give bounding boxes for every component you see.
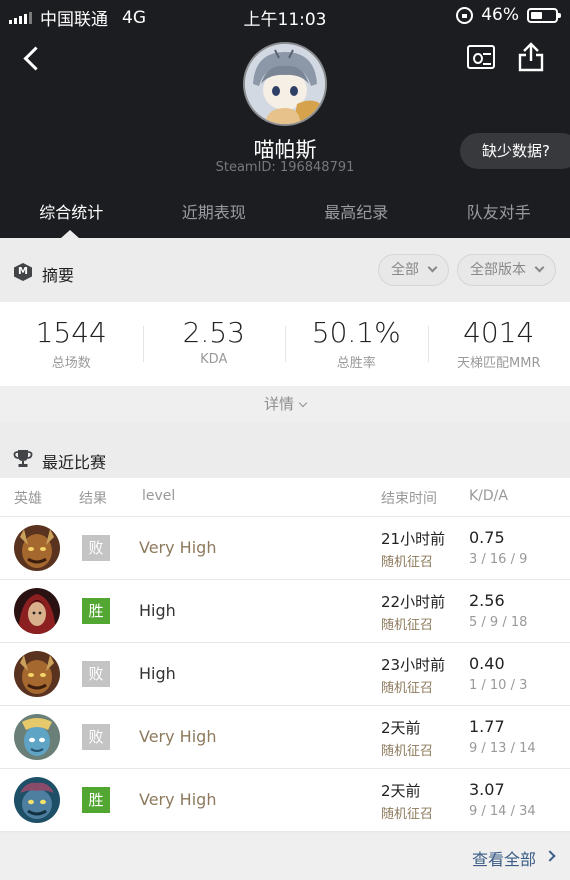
match-end-time: 22小时前 [381, 593, 446, 611]
column-result: 结果 [79, 491, 107, 507]
match-level: Very High [139, 790, 217, 809]
stat-label: 天梯匹配MMR [457, 356, 541, 371]
missing-data-button[interactable]: 缺少数据? [460, 133, 570, 169]
hero-avatar-icon [14, 651, 60, 697]
stat-mmr: 4014 天梯匹配MMR [427, 302, 570, 386]
stat-value: 50.1% [311, 316, 401, 349]
back-button[interactable] [20, 44, 44, 74]
match-rows: 败 Very High 21小时前 随机征召 0.75 3 / 16 / 9 胜… [0, 517, 570, 832]
profile-header: 中国联通 4G 上午11:03 46% 喵帕斯 SteamID: 1968487… [0, 0, 570, 238]
match-kda-detail: 9 / 14 / 34 [469, 804, 536, 819]
column-kda: K/D/A [469, 488, 508, 504]
summary-stats: 1544 总场数 2.53 KDA 50.1% 总胜率 4014 天梯匹配MMR [0, 302, 570, 386]
match-end-time: 23小时前 [381, 656, 446, 674]
match-mode: 随机征召 [381, 618, 434, 633]
view-all-button[interactable]: 查看全部 [0, 834, 570, 880]
tab-teammates-opponents[interactable]: 队友对手 [428, 196, 570, 238]
stat-kda: 2.53 KDA [142, 302, 286, 386]
match-kda-detail: 1 / 10 / 3 [469, 678, 528, 693]
match-row[interactable]: 败 High 23小时前 随机征召 0.40 1 / 10 / 3 [0, 643, 570, 706]
chevron-down-icon [427, 262, 438, 273]
view-all-label: 查看全部 [471, 850, 536, 869]
match-mode: 随机征召 [381, 681, 434, 696]
column-level: level [142, 488, 176, 504]
match-level: High [139, 664, 176, 683]
match-level: Very High [139, 727, 217, 746]
match-level: High [139, 601, 176, 620]
column-end-time: 结束时间 [381, 491, 437, 507]
recent-matches-title: 最近比赛 [42, 453, 107, 472]
stat-value: 2.53 [182, 316, 245, 349]
details-label: 详情 [263, 395, 294, 413]
match-mode: 随机征召 [381, 807, 434, 822]
rotation-lock-icon [456, 6, 474, 24]
match-row[interactable]: 胜 Very High 2天前 随机征召 3.07 9 / 14 / 34 [0, 769, 570, 832]
status-bar: 中国联通 4G 上午11:03 46% [0, 0, 570, 30]
stat-label: 总胜率 [336, 356, 376, 371]
match-kda: 0.75 [469, 528, 505, 547]
match-row[interactable]: 败 Very High 21小时前 随机征召 0.75 3 / 16 / 9 [0, 517, 570, 580]
match-kda-detail: 5 / 9 / 18 [469, 615, 528, 630]
summary-icon: M [14, 263, 32, 281]
match-kda: 3.07 [469, 780, 505, 799]
trophy-icon [13, 448, 33, 468]
filter-version-dropdown[interactable]: 全部版本 [457, 254, 556, 286]
match-kda: 1.77 [469, 717, 505, 736]
match-row[interactable]: 胜 High 22小时前 随机征召 2.56 5 / 9 / 18 [0, 580, 570, 643]
avatar[interactable] [243, 42, 327, 126]
match-level: Very High [139, 538, 217, 557]
result-badge: 败 [82, 661, 110, 687]
tab-bar: 综合统计 近期表现 最高纪录 队友对手 [0, 196, 570, 238]
match-end-time: 21小时前 [381, 530, 446, 548]
stat-win-rate: 50.1% 总胜率 [285, 302, 428, 386]
match-kda-detail: 9 / 13 / 14 [469, 741, 536, 756]
match-kda: 2.56 [469, 591, 505, 610]
match-mode: 随机征召 [381, 744, 434, 759]
result-badge: 胜 [82, 598, 110, 624]
stat-value: 1544 [35, 316, 107, 349]
match-end-time: 2天前 [381, 719, 421, 737]
tab-recent-performance[interactable]: 近期表现 [143, 196, 286, 238]
chevron-down-icon [534, 262, 545, 273]
active-tab-indicator [61, 230, 79, 238]
filter-all-dropdown[interactable]: 全部 [378, 254, 449, 286]
hero-avatar-icon [14, 777, 60, 823]
hero-avatar-icon [14, 525, 60, 571]
hero-avatar-icon [14, 588, 60, 634]
result-badge: 败 [82, 724, 110, 750]
result-badge: 败 [82, 535, 110, 561]
stat-label: KDA [200, 352, 228, 367]
match-mode: 随机征召 [381, 555, 434, 570]
hero-avatar-icon [14, 714, 60, 760]
match-row[interactable]: 败 Very High 2天前 随机征召 1.77 9 / 13 / 14 [0, 706, 570, 769]
match-end-time: 2天前 [381, 782, 421, 800]
chevron-right-icon [544, 850, 556, 862]
result-badge: 胜 [82, 787, 110, 813]
stat-label: 总场数 [51, 356, 91, 371]
share-icon[interactable] [518, 42, 544, 72]
filter-all-label: 全部 [391, 262, 419, 278]
battery-icon [527, 7, 561, 23]
match-kda-detail: 3 / 16 / 9 [469, 552, 528, 567]
stat-total-matches: 1544 总场数 [0, 302, 143, 386]
details-toggle[interactable]: 详情 [0, 386, 570, 422]
battery-percent: 46% [481, 5, 519, 25]
stat-value: 4014 [463, 316, 535, 349]
profile-card-icon[interactable] [467, 45, 495, 69]
match-kda: 0.40 [469, 654, 505, 673]
column-hero: 英雄 [14, 491, 42, 507]
chevron-down-icon [298, 398, 308, 408]
summary-title: 摘要 [42, 266, 75, 285]
filter-version-label: 全部版本 [470, 262, 526, 278]
tab-records[interactable]: 最高纪录 [285, 196, 428, 238]
